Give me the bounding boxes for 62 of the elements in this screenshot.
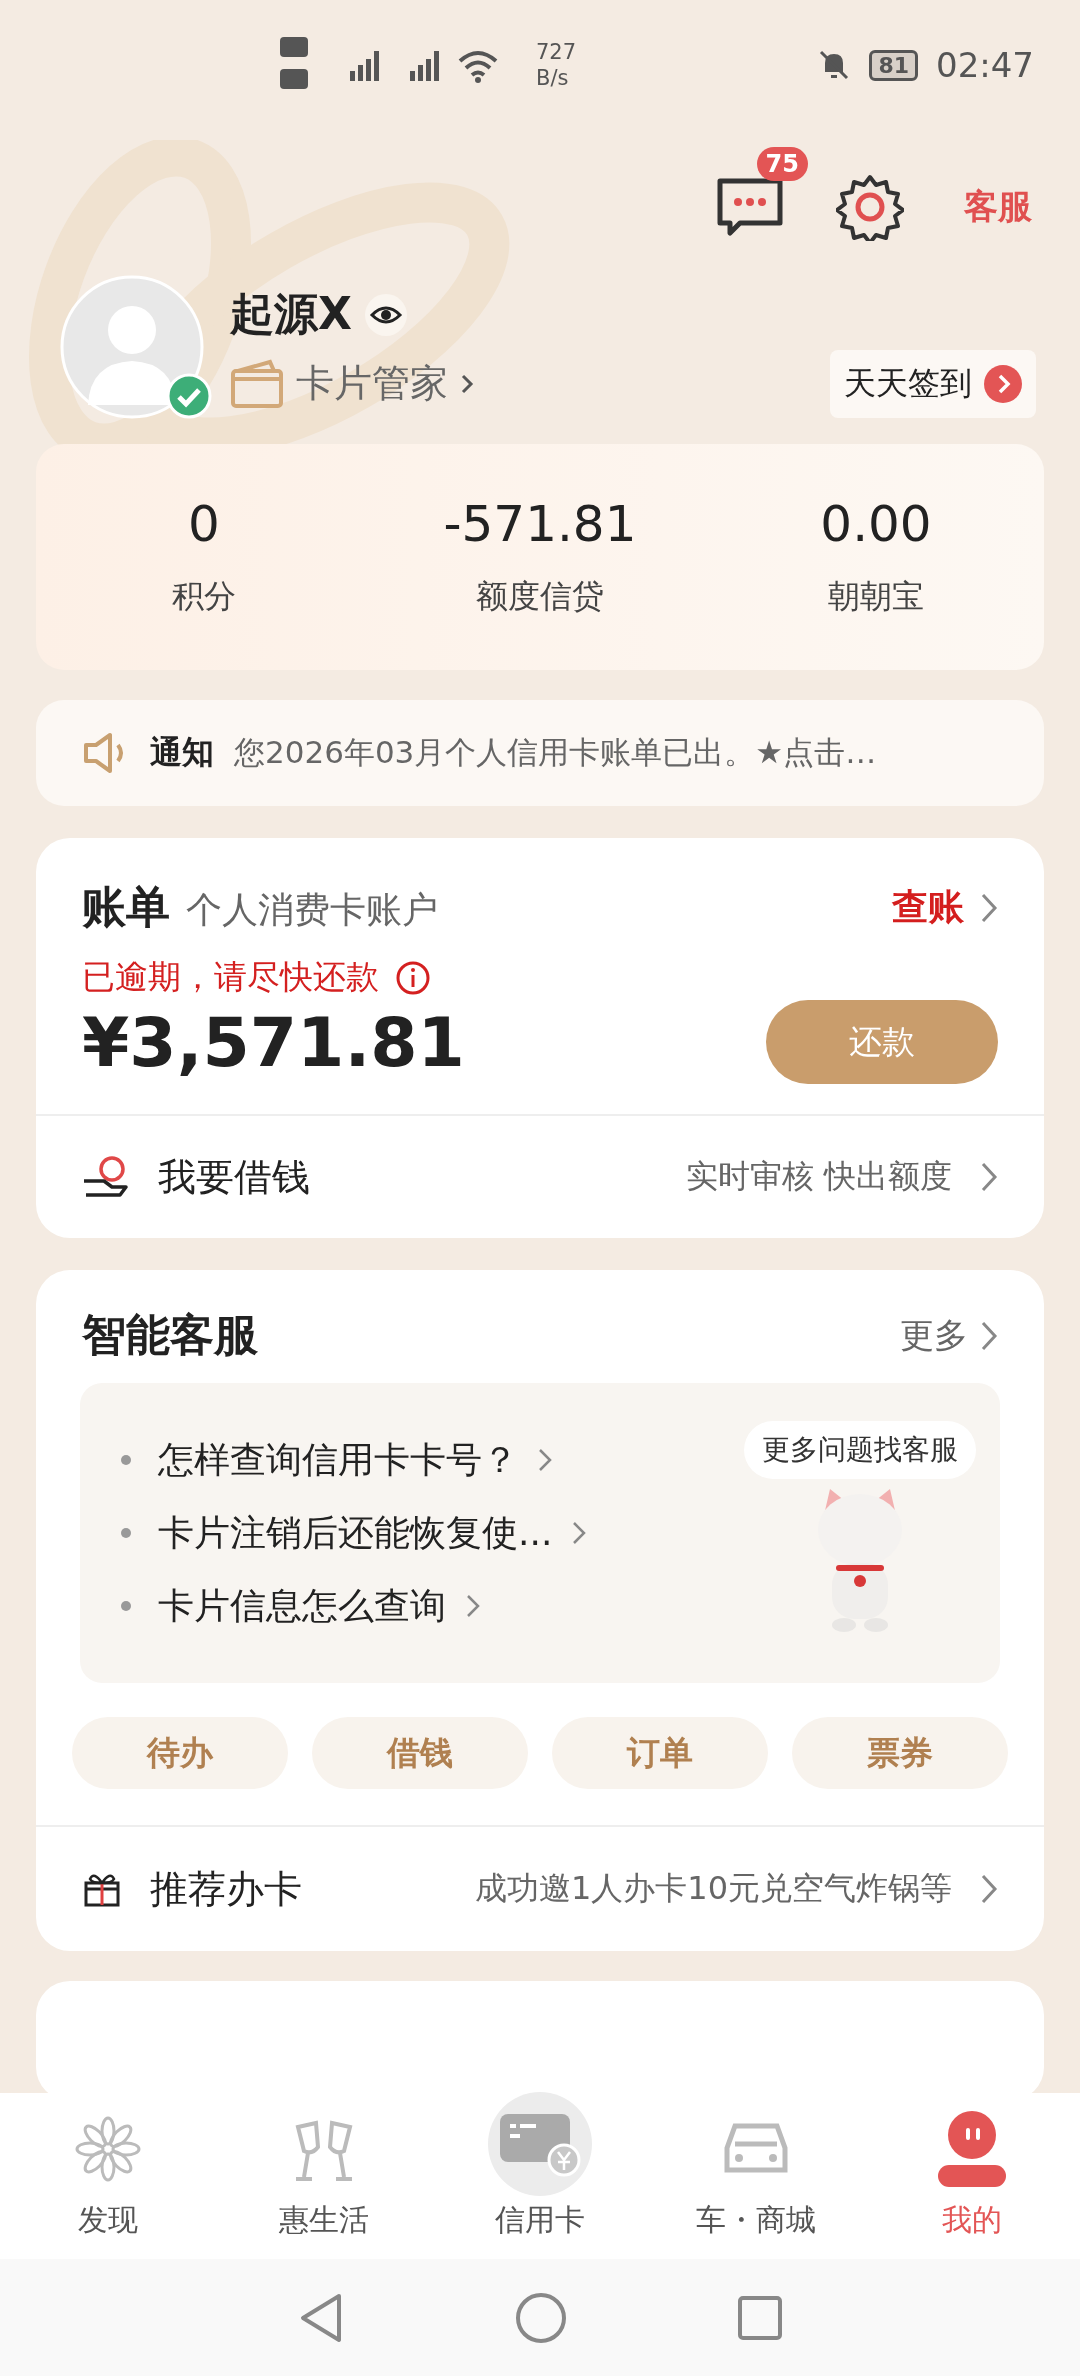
recommend-card-row[interactable]: 推荐办卡 成功邀1人办卡10元兑空气炸锅等	[36, 1825, 1044, 1951]
nav-tab[interactable]: 发现	[0, 2093, 216, 2259]
battery-level: 81	[878, 52, 909, 78]
stat-label[interactable]: 积分	[172, 575, 236, 619]
borrow-label: 我要借钱	[158, 1153, 311, 1201]
stat-label[interactable]: 额度信贷	[476, 575, 604, 619]
chevron-icon	[980, 1161, 998, 1193]
faq-item[interactable]: 怎样查询信用卡卡号？	[120, 1435, 740, 1485]
chevron-icon	[980, 1319, 998, 1352]
borrow-money-row[interactable]: 我要借钱 实时审核 快出额度	[36, 1114, 1044, 1238]
bill-amount: ¥3,571.81	[82, 1002, 465, 1082]
nav-tab[interactable]: 我的	[864, 2093, 1080, 2259]
verified-check-icon	[166, 373, 212, 419]
recents-icon[interactable]	[737, 2294, 783, 2341]
nav-tab[interactable]: 惠生活	[216, 2093, 432, 2259]
nav-tab[interactable]: 车・商城	[648, 2093, 864, 2259]
bullet-icon	[120, 1527, 132, 1539]
user-name: 起源X	[230, 287, 352, 341]
recommend-hint: 成功邀1人办卡10元兑空气炸锅等	[474, 1868, 952, 1909]
account-type: 个人消费卡账户	[186, 888, 438, 932]
settings-icon[interactable]	[836, 173, 904, 241]
faq-item[interactable]: 卡片信息怎么查询	[120, 1581, 740, 1631]
more-link[interactable]: 更多	[900, 1312, 968, 1359]
avatar-icon	[60, 275, 204, 419]
network-speed: 727	[536, 39, 577, 65]
recommend-label: 推荐办卡	[150, 1865, 303, 1913]
clock-time: 02:47	[936, 45, 1034, 85]
speed-unit: B/s	[536, 65, 570, 91]
faq-item[interactable]: 卡片注销后还能恢复使...	[120, 1508, 740, 1558]
chevron-icon	[460, 372, 474, 395]
service-title: 智能客服	[82, 1308, 259, 1362]
stat-label[interactable]: 朝朝宝	[828, 575, 924, 619]
notice-text: 您2026年03月个人信用卡账单已出。★点击…	[234, 733, 877, 772]
speech-bubble[interactable]: 更多问题找客服	[744, 1421, 976, 1479]
daily-checkin-button[interactable]: 天天签到	[830, 350, 1036, 418]
person-icon	[936, 2111, 1008, 2187]
card-manager-link[interactable]: 卡片管家	[230, 358, 830, 409]
borrow-hint: 实时审核 快出额度	[685, 1156, 952, 1197]
wallet-icon	[230, 358, 284, 409]
notification-badge: 75	[756, 147, 808, 181]
flower-icon	[74, 2115, 142, 2183]
bill-title: 账单	[82, 880, 170, 934]
view-bill-link[interactable]: 查账	[892, 883, 964, 932]
bullet-icon	[120, 1454, 132, 1466]
chevron-icon	[538, 1447, 552, 1473]
chevron-icon	[572, 1520, 587, 1546]
stat-value[interactable]: 0.00	[820, 495, 932, 553]
info-icon[interactable]	[395, 959, 431, 996]
stat-value[interactable]: 0	[188, 495, 220, 553]
home-icon[interactable]	[515, 2291, 567, 2344]
notice-bar[interactable]: 通知 您2026年03月个人信用卡账单已出。★点击…	[36, 700, 1044, 806]
eye-icon[interactable]	[363, 292, 408, 337]
hand-coin-icon	[82, 1155, 130, 1199]
nav-tab[interactable]: 信用卡	[432, 2093, 648, 2259]
arrow-circle-icon	[984, 365, 1022, 403]
bullet-icon	[120, 1600, 132, 1612]
chevron-icon	[980, 891, 998, 924]
overdue-warning: 已逾期，请尽快还款	[82, 956, 379, 998]
chevron-icon	[980, 1873, 998, 1905]
notice-label: 通知	[150, 732, 214, 773]
stat-value[interactable]: -571.81	[443, 495, 637, 553]
chevron-icon	[466, 1593, 480, 1619]
